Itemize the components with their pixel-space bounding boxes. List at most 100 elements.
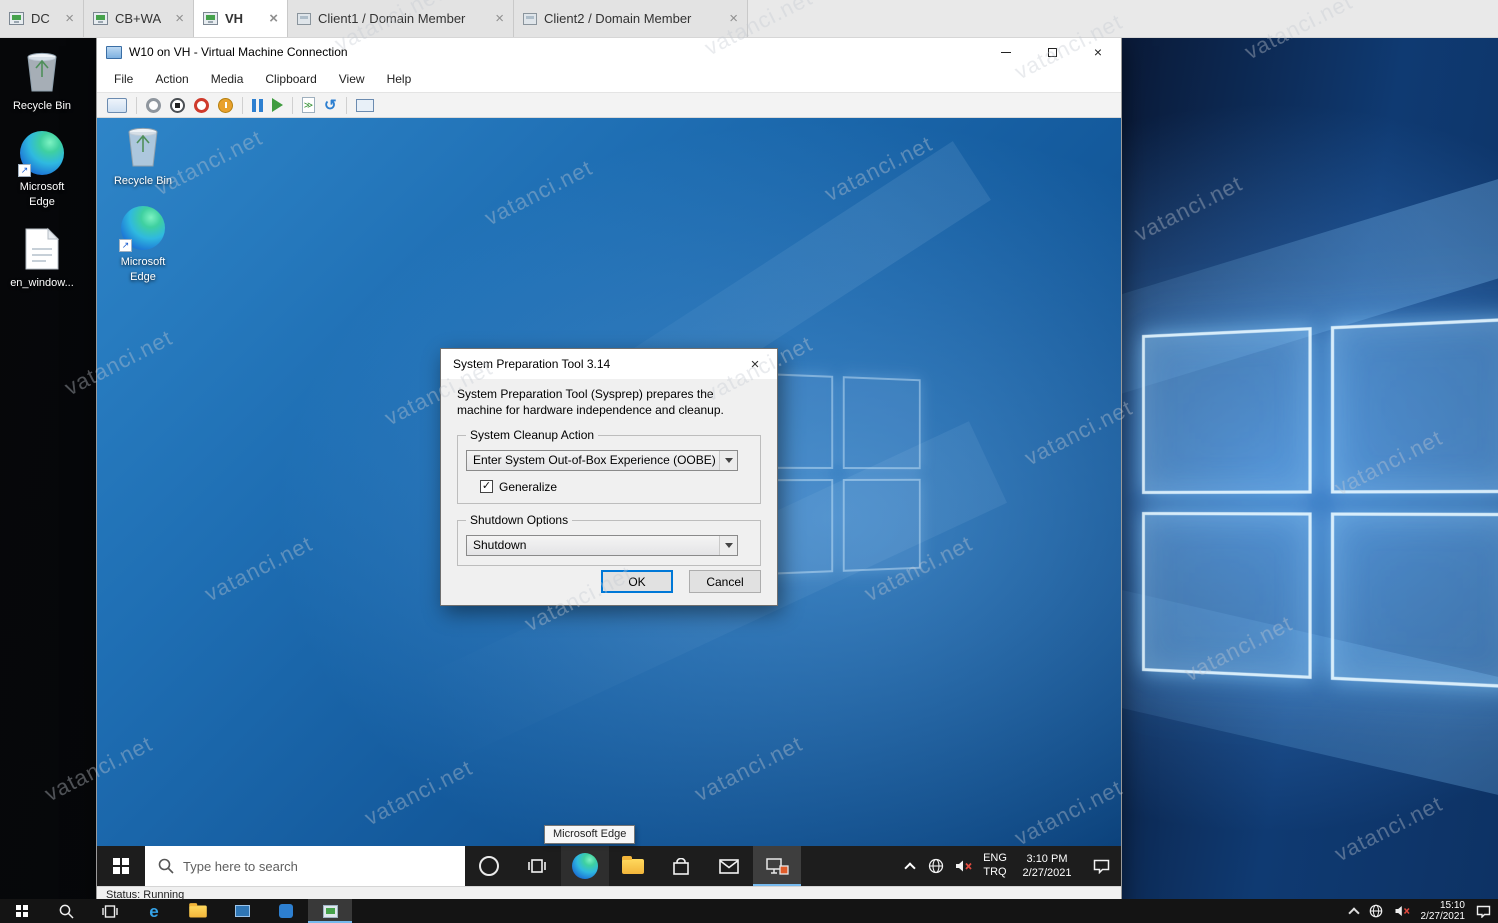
- vm-desktop: Recycle Bin ↗ Microsoft Edge System Prep…: [97, 118, 1121, 886]
- task-view-button[interactable]: [513, 846, 561, 886]
- file-explorer-button[interactable]: [609, 846, 657, 886]
- tab-label: Client1 / Domain Member: [318, 11, 465, 26]
- tray-expand-button[interactable]: [897, 846, 923, 886]
- menu-view[interactable]: View: [328, 72, 376, 86]
- host-app-button-2[interactable]: [264, 899, 308, 923]
- desktop-icon-edge[interactable]: ↗ Microsoft Edge: [101, 206, 185, 284]
- toolbar-separator: [292, 97, 293, 114]
- clock[interactable]: 3:10 PM 2/27/2021: [1013, 846, 1081, 886]
- menu-action[interactable]: Action: [144, 72, 199, 86]
- server-icon: [9, 12, 24, 25]
- hyperv-window-icon: [106, 46, 122, 59]
- tab-close-icon[interactable]: ×: [169, 11, 184, 26]
- network-globe-icon[interactable]: [1369, 904, 1383, 918]
- action-center-button[interactable]: [1081, 846, 1121, 886]
- checkpoint-icon[interactable]: ≫: [302, 97, 315, 113]
- cancel-button[interactable]: Cancel: [689, 570, 761, 593]
- tab-close-icon[interactable]: ×: [263, 11, 278, 26]
- host-file-explorer-button[interactable]: [176, 899, 220, 923]
- tab-close-icon[interactable]: ×: [59, 11, 74, 26]
- volume-muted-icon[interactable]: [1394, 905, 1410, 917]
- tab-close-icon[interactable]: ×: [723, 11, 738, 26]
- recycle-bin-icon: [20, 48, 64, 94]
- tab-close-icon[interactable]: ×: [489, 11, 504, 26]
- save-state-icon[interactable]: [218, 98, 233, 113]
- icon-label: Microsoft Edge: [112, 255, 174, 284]
- tab-cbwa[interactable]: CB+WA ×: [84, 0, 194, 37]
- host-clock[interactable]: 15:10 2/27/2021: [1421, 900, 1466, 923]
- taskbar-search[interactable]: [145, 846, 465, 886]
- maximize-button[interactable]: [1029, 38, 1075, 66]
- chevron-down-icon[interactable]: [719, 536, 737, 555]
- minimize-button[interactable]: [983, 38, 1029, 66]
- tab-label: DC: [31, 11, 50, 26]
- host-edge-button[interactable]: e: [132, 899, 176, 923]
- close-button[interactable]: ×: [1075, 38, 1121, 66]
- menu-help[interactable]: Help: [376, 72, 423, 86]
- toolbar-separator: [346, 97, 347, 114]
- edge-icon: ↗: [121, 206, 165, 250]
- client-pc-icon: [523, 13, 537, 25]
- network-tray-button[interactable]: [923, 846, 949, 886]
- menu-clipboard[interactable]: Clipboard: [254, 72, 327, 86]
- menu-media[interactable]: Media: [200, 72, 255, 86]
- tab-vh[interactable]: VH ×: [194, 0, 288, 37]
- toolbar-separator: [242, 97, 243, 114]
- language-secondary: TRQ: [983, 866, 1006, 880]
- cortana-button[interactable]: [465, 846, 513, 886]
- notifications-icon[interactable]: [1476, 905, 1491, 918]
- volume-tray-button[interactable]: [949, 846, 977, 886]
- host-app-button-1[interactable]: [220, 899, 264, 923]
- chevron-up-icon[interactable]: [1348, 907, 1359, 918]
- host-search-button[interactable]: [44, 899, 88, 923]
- server-manager-icon: [323, 905, 338, 918]
- language-primary: ENG: [983, 852, 1007, 866]
- revert-icon[interactable]: ↺: [324, 98, 337, 113]
- desktop-icon-edge[interactable]: ↗ Microsoft Edge: [0, 131, 84, 209]
- host-task-view-button[interactable]: [88, 899, 132, 923]
- ctrl-alt-del-icon[interactable]: [107, 98, 127, 113]
- cortana-icon: [479, 856, 499, 876]
- host-active-app-button[interactable]: [308, 899, 352, 923]
- network-app-button[interactable]: [753, 846, 801, 886]
- start-button[interactable]: [97, 846, 145, 886]
- search-input[interactable]: [183, 859, 443, 874]
- vmconnect-toolbar: ≫ ↺: [97, 92, 1121, 118]
- tab-client1[interactable]: Client1 / Domain Member ×: [288, 0, 514, 37]
- search-icon: [158, 858, 174, 874]
- reset-icon[interactable]: [272, 98, 283, 112]
- vmconnect-window: W10 on VH - Virtual Machine Connection ×…: [97, 38, 1121, 908]
- dialog-close-icon[interactable]: ×: [733, 349, 777, 379]
- store-button[interactable]: [657, 846, 705, 886]
- file-icon: [24, 227, 60, 271]
- ok-button[interactable]: OK: [601, 570, 673, 593]
- tab-client2[interactable]: Client2 / Domain Member ×: [514, 0, 748, 37]
- tab-dc[interactable]: DC ×: [0, 0, 84, 37]
- enhanced-session-icon[interactable]: [356, 99, 374, 112]
- dialog-title-bar[interactable]: System Preparation Tool 3.14 ×: [441, 349, 777, 379]
- desktop-icon-iso-file[interactable]: en_window...: [0, 227, 84, 290]
- host-start-button[interactable]: [0, 899, 44, 923]
- vmconnect-title-bar[interactable]: W10 on VH - Virtual Machine Connection ×: [97, 38, 1121, 66]
- cleanup-action-dropdown[interactable]: Enter System Out-of-Box Experience (OOBE…: [466, 450, 738, 471]
- desktop-icon-recycle-bin[interactable]: Recycle Bin: [101, 123, 185, 188]
- pause-icon[interactable]: [252, 98, 263, 112]
- checkbox-checked-icon[interactable]: [480, 480, 493, 493]
- icon-label: Recycle Bin: [13, 99, 71, 113]
- generalize-checkbox-row[interactable]: Generalize: [480, 480, 752, 494]
- icon-label: en_window...: [10, 276, 74, 290]
- shut-down-icon[interactable]: [194, 98, 209, 113]
- chevron-down-icon[interactable]: [719, 451, 737, 470]
- mail-button[interactable]: [705, 846, 753, 886]
- tab-label: Client2 / Domain Member: [544, 11, 691, 26]
- edge-taskbar-button[interactable]: [561, 846, 609, 886]
- start-vm-icon[interactable]: [146, 98, 161, 113]
- language-indicator[interactable]: ENG TRQ: [977, 846, 1013, 886]
- windows-logo-icon: [16, 905, 28, 917]
- store-icon: [672, 858, 690, 875]
- turn-off-icon[interactable]: [170, 98, 185, 113]
- desktop-icon-recycle-bin[interactable]: Recycle Bin: [0, 48, 84, 113]
- menu-file[interactable]: File: [103, 72, 144, 86]
- shutdown-options-dropdown[interactable]: Shutdown: [466, 535, 738, 556]
- vm-system-tray: ENG TRQ 3:10 PM 2/27/2021: [897, 846, 1121, 886]
